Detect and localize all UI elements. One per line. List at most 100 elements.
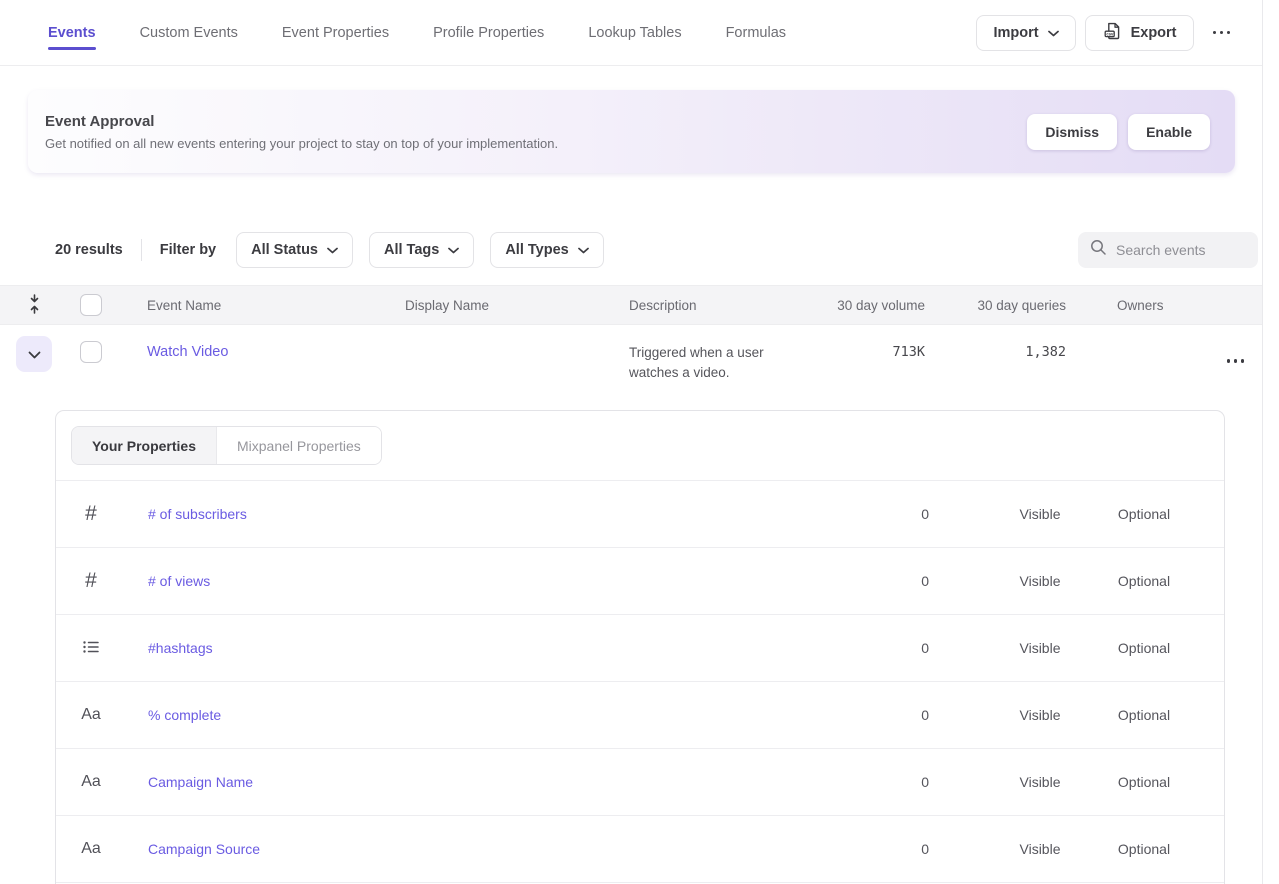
property-row: # # of views 0 Visible Optional [56,548,1224,615]
status-filter-label: All Status [251,242,318,258]
text-type-icon: Aa [81,840,101,858]
property-requirement[interactable]: Optional [1088,506,1200,522]
display-name-cell [405,325,629,391]
tags-filter-dropdown[interactable]: All Tags [369,232,474,268]
export-button[interactable]: csv Export [1085,15,1194,51]
row-select-cell [68,325,147,391]
property-visibility[interactable]: Visible [992,506,1088,522]
property-requirement[interactable]: Optional [1088,841,1200,857]
csv-file-icon: csv [1102,21,1122,45]
chevron-down-icon [28,347,41,362]
text-type-icon: Aa [81,773,101,791]
property-type-cell: Aa [56,840,126,858]
tab-event-properties[interactable]: Event Properties [282,3,389,62]
status-filter-dropdown[interactable]: All Status [236,232,353,268]
expand-cell [0,325,68,391]
svg-text:csv: csv [1106,31,1114,36]
dismiss-button[interactable]: Dismiss [1027,114,1117,150]
nav-overflow-button[interactable] [1203,15,1241,51]
more-horizontal-icon [1213,31,1231,35]
tab-custom-events[interactable]: Custom Events [140,3,238,62]
table-row: Watch Video Triggered when a user watche… [0,325,1262,391]
enable-button[interactable]: Enable [1128,114,1210,150]
search-icon [1090,239,1107,261]
properties-panel: Your Properties Mixpanel Properties # # … [55,410,1225,884]
property-type-cell: Aa [56,773,126,791]
property-volume: 0 [869,573,929,589]
property-visibility[interactable]: Visible [992,774,1088,790]
tab-formulas[interactable]: Formulas [726,3,786,62]
property-row: Aa Campaign Name 0 Visible Optional [56,749,1224,816]
property-name-cell: #hashtags [148,640,869,656]
property-volume: 0 [869,841,929,857]
collapse-all-cell [0,294,68,317]
property-volume: 0 [869,640,929,656]
property-visibility[interactable]: Visible [992,841,1088,857]
property-visibility[interactable]: Visible [992,573,1088,589]
types-filter-dropdown[interactable]: All Types [490,232,603,268]
row-checkbox[interactable] [80,341,102,363]
property-visibility[interactable]: Visible [992,640,1088,656]
property-requirement[interactable]: Optional [1088,774,1200,790]
tab-mixpanel-properties[interactable]: Mixpanel Properties [216,427,381,464]
column-display-name[interactable]: Display Name [405,298,629,313]
property-name-cell: % complete [148,707,869,723]
column-owners[interactable]: Owners [1066,298,1217,313]
number-type-icon: # [85,569,97,593]
tab-events[interactable]: Events [48,3,96,62]
column-event-name[interactable]: Event Name [147,298,405,313]
queries-cell: 1,382 [925,325,1066,391]
lexicon-page: Events Custom Events Event Properties Pr… [0,0,1279,884]
properties-segmented-control: Your Properties Mixpanel Properties [71,426,382,465]
property-name-link[interactable]: Campaign Source [148,841,260,857]
property-name-cell: # of views [148,573,869,589]
search-box[interactable] [1078,232,1258,268]
property-type-cell [56,637,126,660]
property-requirement[interactable]: Optional [1088,573,1200,589]
property-requirement[interactable]: Optional [1088,707,1200,723]
tab-lookup-tables[interactable]: Lookup Tables [588,3,681,62]
types-filter-label: All Types [505,242,568,258]
banner-title: Event Approval [45,113,558,130]
export-button-label: Export [1131,25,1177,41]
tab-profile-properties[interactable]: Profile Properties [433,3,544,62]
collapse-row-button[interactable] [16,336,52,372]
collapse-all-icon[interactable] [27,294,42,317]
scrollbar-gutter[interactable] [1262,0,1279,884]
search-input[interactable] [1116,242,1246,258]
import-button[interactable]: Import [976,15,1075,51]
tab-your-properties[interactable]: Your Properties [72,427,216,464]
property-name-cell: # of subscribers [148,506,869,522]
column-description[interactable]: Description [629,298,790,313]
event-approval-banner: Event Approval Get notified on all new e… [28,90,1235,173]
top-nav: Events Custom Events Event Properties Pr… [0,0,1262,66]
banner-subtitle: Get notified on all new events entering … [45,136,558,151]
property-name-link[interactable]: # of subscribers [148,506,247,522]
property-name-link[interactable]: #hashtags [148,640,213,656]
row-overflow-button[interactable] [1227,351,1245,371]
nav-actions: Import csv Export [976,15,1240,51]
row-actions-cell [1217,325,1262,391]
property-type-cell: # [56,502,126,526]
column-30-day-volume[interactable]: 30 day volume [790,298,925,313]
import-button-label: Import [993,25,1038,41]
property-requirement[interactable]: Optional [1088,640,1200,656]
filter-by-label: Filter by [160,242,216,258]
select-all-cell [68,294,147,316]
property-row: Aa Campaign Source 0 Visible Optional [56,816,1224,883]
property-volume: 0 [869,707,929,723]
text-type-icon: Aa [81,706,101,724]
column-30-day-queries[interactable]: 30 day queries [925,298,1066,313]
nav-tabs: Events Custom Events Event Properties Pr… [48,3,786,62]
filter-row: 20 results Filter by All Status All Tags… [55,232,1262,268]
property-name-link[interactable]: # of views [148,573,210,589]
chevron-down-icon [578,242,589,258]
property-name-link[interactable]: % complete [148,707,221,723]
select-all-checkbox[interactable] [80,294,102,316]
property-name-link[interactable]: Campaign Name [148,774,253,790]
event-name-link[interactable]: Watch Video [147,344,228,360]
property-row: Aa % complete 0 Visible Optional [56,682,1224,749]
banner-actions: Dismiss Enable [1027,114,1210,150]
property-visibility[interactable]: Visible [992,707,1088,723]
description-cell: Triggered when a user watches a video. [629,325,790,391]
